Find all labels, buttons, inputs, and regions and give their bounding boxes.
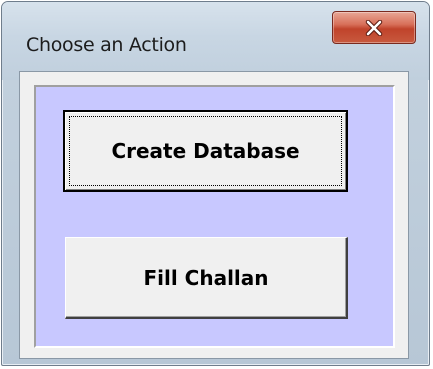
window-title: Choose an Action xyxy=(26,34,187,56)
close-x-icon xyxy=(364,19,384,36)
dialog-window: Choose an Action Create Database Fill Ch… xyxy=(1,1,430,366)
fill-challan-label: Fill Challan xyxy=(143,265,269,290)
close-button[interactable] xyxy=(332,11,416,44)
focus-rectangle xyxy=(69,116,342,186)
create-database-button[interactable]: Create Database xyxy=(63,110,348,192)
title-bar[interactable]: Choose an Action xyxy=(2,2,429,80)
fill-challan-button[interactable]: Fill Challan xyxy=(65,237,348,319)
